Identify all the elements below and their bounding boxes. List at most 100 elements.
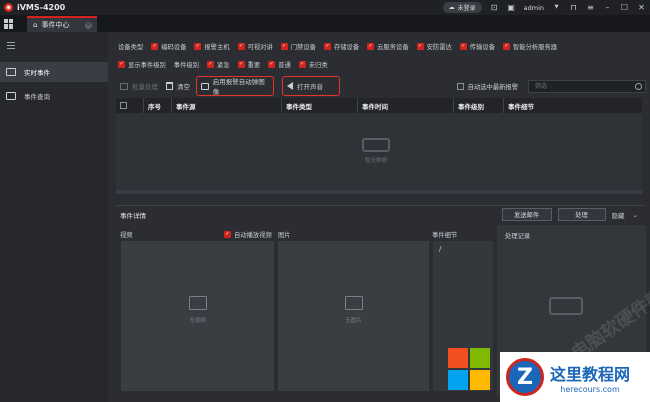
checkbox-checked-icon: ✓ — [194, 43, 202, 50]
login-status-label: 未登录 — [457, 5, 476, 12]
sidebar-item-label: 事件查询 — [24, 93, 50, 101]
events-table: 序号 事件源 事件类型 事件时间 事件级别 事件细节 暂无数据 — [116, 98, 642, 194]
watermark-brand: 这里教程网 — [550, 364, 631, 384]
hikvision-logo-icon: ◉ — [4, 3, 13, 12]
no-data-icon — [362, 138, 390, 152]
event-filters: 设备类型 ✓ 编码设备 ✓ 报警主机 ✓ 可视对讲 ✓ 门禁设备 ✓ 存储设备 ✓ 云服务设… — [118, 40, 648, 71]
event-detail-label: 事件细节 — [432, 231, 458, 239]
device-type-checkbox[interactable]: ✓ 云服务设备 — [367, 42, 409, 51]
video-play-icon — [188, 296, 207, 310]
checkbox-icon — [456, 82, 464, 90]
auto-select-latest-checkbox[interactable]: 自动选中最新报警 — [456, 82, 518, 91]
tab-event-center[interactable]: ⌂ 事件中心 ✕ — [27, 16, 97, 32]
checkbox-checked-icon: ✓ — [224, 230, 231, 238]
filter-search-input[interactable]: 筛选 — [528, 79, 646, 93]
event-toolbar: 批量处理 清空 启用报警自动弹图像 打开声音 自动选中最新报警 筛选 — [116, 76, 646, 96]
app-logo: ◉ iVMS-4200 — [4, 3, 65, 12]
no-picture-placeholder: 无图片 — [344, 296, 363, 324]
video-pane[interactable]: 无视频 — [120, 240, 275, 392]
sidebar-item-event-search[interactable]: 事件查询 — [0, 86, 108, 106]
speaker-icon — [287, 82, 293, 90]
app-title: iVMS-4200 — [17, 3, 66, 12]
column-header[interactable]: 事件源 — [172, 98, 282, 113]
menu-icon[interactable]: ≡ — [586, 3, 595, 12]
checkbox-checked-icon: ✓ — [502, 43, 510, 50]
checkbox-checked-icon: ✓ — [280, 43, 288, 50]
cloud-icon: ☁ — [448, 4, 455, 11]
no-record-icon — [549, 297, 583, 315]
lock-screen-icon[interactable]: ⊓ — [569, 3, 578, 12]
no-video-placeholder: 无视频 — [188, 296, 207, 324]
maximize-icon[interactable]: ☐ — [620, 3, 629, 12]
title-bar: ◉ iVMS-4200 ☁ 未登录 ⊡ ▣ admin ▼ ⊓ ≡ – ☐ ✕ — [0, 0, 650, 15]
trash-icon — [166, 82, 173, 90]
event-detail-value: / — [439, 245, 442, 253]
open-sound-button[interactable]: 打开声音 — [282, 76, 340, 96]
chevron-down-icon[interactable]: ▼ — [552, 3, 561, 12]
user-avatar-icon[interactable]: ▣ — [507, 3, 516, 12]
clear-button[interactable]: 清空 — [162, 76, 194, 96]
column-header[interactable]: 事件细节 — [504, 98, 642, 113]
level-checkbox[interactable]: ✓ 紧急 — [206, 60, 230, 69]
show-level-checkbox[interactable]: ✓ 显示事件级别 — [118, 60, 166, 69]
event-center-icon: ⌂ — [33, 21, 38, 29]
user-name[interactable]: admin — [524, 4, 544, 12]
checkbox-checked-icon: ✓ — [118, 61, 125, 68]
device-type-checkbox[interactable]: ✓ 报警主机 — [194, 42, 230, 51]
column-header[interactable]: 事件级别 — [454, 98, 504, 113]
select-all-checkbox[interactable] — [116, 98, 144, 113]
sidebar-item-label: 实时事件 — [24, 69, 50, 77]
checkbox-checked-icon: ✓ — [416, 43, 424, 50]
apps-grid-icon[interactable] — [4, 18, 14, 29]
device-type-checkbox[interactable]: ✓ 智能分析服务器 — [502, 42, 557, 51]
level-checkbox[interactable]: ✓ 重要 — [237, 60, 260, 69]
chevron-down-icon[interactable]: ⌄ — [633, 211, 638, 219]
picture-pane[interactable]: 无图片 — [277, 240, 430, 392]
event-level-row: ✓ 显示事件级别 事件级别 ✓ 紧急 ✓ 重要 ✓ 普通 ✓ 未归类 — [118, 58, 648, 71]
hamburger-icon[interactable] — [7, 42, 15, 51]
checkbox-checked-icon: ✓ — [298, 61, 306, 68]
empty-state: 暂无数据 — [356, 138, 396, 164]
sidebar-item-realtime-events[interactable]: 实时事件 — [0, 62, 108, 82]
monitor-icon — [6, 68, 16, 76]
batch-handle-button[interactable]: 批量处理 — [116, 76, 162, 96]
batch-icon — [120, 82, 128, 90]
device-type-checkbox[interactable]: ✓ 传输设备 — [459, 42, 495, 51]
detail-title: 事件详情 — [120, 211, 146, 220]
handle-button[interactable]: 处理 — [557, 208, 606, 221]
column-header[interactable]: 事件时间 — [358, 98, 454, 113]
checkbox-icon — [120, 102, 127, 109]
lock-icon[interactable]: ⊡ — [490, 3, 499, 12]
login-status-button[interactable]: ☁ 未登录 — [442, 2, 482, 13]
auto-popup-image-button[interactable]: 启用报警自动弹图像 — [196, 76, 274, 96]
checkbox-checked-icon: ✓ — [459, 43, 467, 50]
close-icon[interactable]: ✕ — [637, 3, 646, 12]
device-type-label: 设备类型 — [118, 44, 144, 51]
picture-label: 图片 — [278, 231, 291, 239]
send-email-button[interactable]: 发送邮件 — [501, 208, 552, 221]
device-type-checkbox[interactable]: ✓ 门禁设备 — [280, 42, 316, 51]
sidebar: 实时事件 事件查询 — [0, 32, 108, 402]
table-header: 序号 事件源 事件类型 事件时间 事件级别 事件细节 — [116, 98, 642, 113]
device-type-checkbox[interactable]: ✓ 安防雷达 — [416, 42, 452, 51]
hide-toggle[interactable]: 隐藏 — [612, 210, 625, 220]
column-header[interactable]: 事件类型 — [282, 98, 358, 113]
checkbox-checked-icon: ✓ — [206, 61, 214, 68]
device-type-checkbox[interactable]: ✓ 存储设备 — [323, 42, 359, 51]
column-header[interactable]: 序号 — [144, 98, 172, 113]
checkbox-checked-icon: ✓ — [268, 61, 276, 68]
level-checkbox[interactable]: ✓ 未归类 — [298, 60, 328, 69]
video-label: 视频 — [120, 231, 133, 239]
picture-icon — [344, 296, 363, 310]
device-type-row: 设备类型 ✓ 编码设备 ✓ 报警主机 ✓ 可视对讲 ✓ 门禁设备 ✓ 存储设备 ✓ 云服务设… — [118, 40, 648, 53]
auto-play-checkbox[interactable]: ✓ 自动播放视频 — [224, 228, 272, 240]
image-popup-icon — [201, 82, 209, 90]
tab-close-icon[interactable]: ✕ — [85, 21, 92, 29]
minimize-icon[interactable]: – — [603, 3, 612, 12]
device-type-checkbox[interactable]: ✓ 编码设备 — [151, 42, 186, 51]
search-icon[interactable] — [635, 82, 642, 90]
device-type-checkbox[interactable]: ✓ 可视对讲 — [237, 42, 273, 51]
level-checkbox[interactable]: ✓ 普通 — [268, 60, 291, 69]
horizontal-scrollbar[interactable] — [116, 190, 642, 194]
checkbox-checked-icon: ✓ — [323, 43, 331, 50]
